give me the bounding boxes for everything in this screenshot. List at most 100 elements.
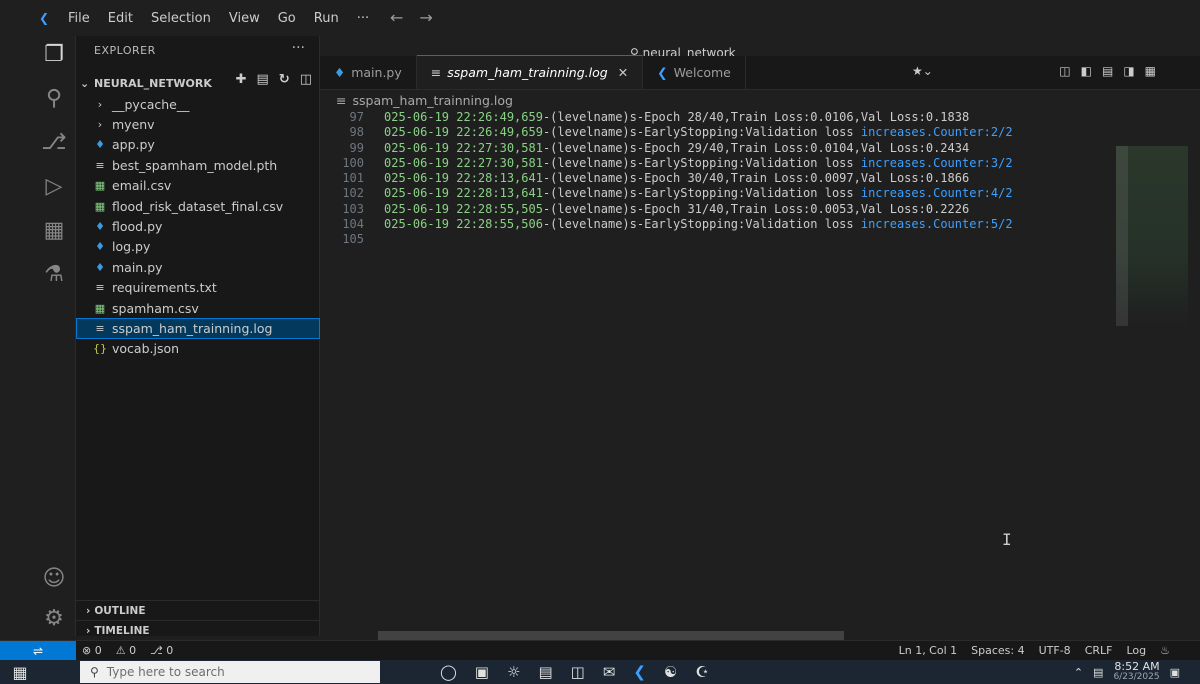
forward-arrow-icon[interactable]: →: [419, 8, 432, 27]
outline-section[interactable]: › OUTLINE: [76, 600, 320, 620]
settings-gear-icon[interactable]: ⚙: [40, 604, 68, 632]
explorer-title: EXPLORER: [94, 44, 156, 57]
code-editor[interactable]: 97 025-06-19 22:26:49,659 -(levelname)s-Ep…: [320, 110, 1110, 630]
minimap-slider[interactable]: [1116, 146, 1128, 326]
vscode-taskbar-icon[interactable]: ❮: [633, 663, 646, 681]
mail-icon[interactable]: ✉: [603, 663, 616, 681]
menu-item-5[interactable]: Run: [314, 11, 339, 26]
code-line: 101 025-06-19 22:28:13,641-(levelname)s-E…: [320, 171, 1110, 186]
task-view-icon[interactable]: ▣: [475, 663, 489, 681]
workspace-folder[interactable]: ⌄ NEURAL_NETWORK ✚ ▤ ↻ ◫: [80, 72, 316, 94]
windows-start-icon[interactable]: ▦: [0, 663, 40, 682]
log-message: -(levelname)s-Epoch 29/40,Train Loss:0.0…: [542, 140, 970, 155]
more-actions-icon[interactable]: ···: [292, 40, 305, 56]
edge-browser-icon[interactable]: ☼: [507, 663, 520, 681]
tree-file[interactable]: {} vocab.json: [76, 339, 320, 359]
csv-file-icon: ▦: [94, 179, 106, 193]
menu-item-3[interactable]: View: [229, 11, 260, 26]
teams-icon[interactable]: ☯: [664, 663, 677, 681]
timeline-section[interactable]: › TIMELINE: [76, 620, 320, 640]
search-icon[interactable]: ⚲: [40, 84, 68, 112]
line-number: 104: [342, 217, 364, 232]
tree-folder[interactable]: › myenv: [76, 114, 320, 134]
tree-item-label: email.csv: [112, 178, 172, 194]
menu-item-4[interactable]: Go: [278, 11, 296, 26]
end-of-line[interactable]: CRLF: [1085, 644, 1113, 657]
testing-flask-icon[interactable]: ⚗: [40, 260, 68, 288]
code-line: 102 025-06-19 22:28:13,641-(levelname)s-E…: [320, 186, 1110, 201]
back-arrow-icon[interactable]: ←: [390, 8, 403, 27]
encoding[interactable]: UTF-8: [1039, 644, 1071, 657]
tree-file[interactable]: ♦ flood.py: [76, 216, 320, 236]
file-explorer-icon[interactable]: ▤: [538, 663, 552, 681]
tree-file[interactable]: ▦ flood_risk_dataset_final.csv: [76, 196, 320, 216]
horizontal-scrollbar[interactable]: [378, 631, 844, 640]
errors-count[interactable]: ⊗ 0: [82, 644, 102, 657]
explorer-icon[interactable]: ❐: [40, 40, 68, 68]
new-file-icon[interactable]: ✚: [236, 72, 247, 87]
customize-layout-icon[interactable]: ▦: [1145, 64, 1156, 78]
code-line: 97 025-06-19 22:26:49,659-(levelname)s-Ep…: [320, 110, 1110, 125]
source-control-icon[interactable]: ⎇: [40, 128, 68, 156]
refresh-icon[interactable]: ↻: [279, 72, 290, 87]
python-app-icon[interactable]: ☪: [695, 663, 708, 681]
tray-chevron-icon[interactable]: ⌃: [1074, 666, 1083, 679]
toggle-sidebar-icon[interactable]: ◧: [1081, 64, 1092, 78]
clock[interactable]: 8:52 AM 6/23/2025: [1113, 661, 1159, 683]
language-mode[interactable]: Log: [1126, 644, 1146, 657]
menu-item-2[interactable]: Selection: [151, 11, 211, 26]
tree-file[interactable]: ≡ sspam_ham_trainning.log: [76, 318, 320, 339]
network-icon[interactable]: ▤: [1093, 666, 1103, 679]
log-highlight: increases.Counter:3/2: [860, 155, 1013, 170]
cursor-position[interactable]: Ln 1, Col 1: [899, 644, 958, 657]
log-file-icon: ≡: [430, 65, 442, 80]
python-icon: ♦: [334, 64, 346, 80]
menu-item-0[interactable]: File: [68, 11, 90, 26]
log-timestamp: 025-06-19 22:28:13,641: [384, 171, 543, 186]
warnings-count[interactable]: ⚠ 0: [116, 644, 136, 657]
ports-count[interactable]: ⎇ 0: [150, 644, 173, 657]
store-icon[interactable]: ◫: [571, 663, 585, 681]
tree-file[interactable]: ♦ log.py: [76, 237, 320, 257]
collapse-all-icon[interactable]: ◫: [300, 72, 312, 87]
tab-0[interactable]: ♦ main.py: [320, 55, 417, 89]
account-icon[interactable]: ☺: [40, 564, 68, 592]
remote-indicator-icon[interactable]: ⇌: [0, 640, 76, 661]
log-timestamp: 025-06-19 22:26:49,659: [384, 110, 543, 124]
tree-file[interactable]: ♦ main.py: [76, 257, 320, 277]
split-editor-icon[interactable]: ◫: [1059, 64, 1070, 78]
notifications-bell-icon[interactable]: ♨: [1160, 644, 1170, 657]
tree-file[interactable]: ▦ spamham.csv: [76, 298, 320, 318]
tab-2[interactable]: ❮ Welcome: [643, 55, 746, 89]
menu-item-6[interactable]: ···: [357, 11, 369, 26]
clock-time: 8:52 AM: [1114, 660, 1160, 673]
tree-file[interactable]: ♦ app.py: [76, 135, 320, 155]
menu-item-1[interactable]: Edit: [108, 11, 133, 26]
new-folder-icon[interactable]: ▤: [257, 72, 269, 87]
log-message: -(levelname)s-EarlyStopping:Validation l…: [542, 125, 861, 140]
notification-center-icon[interactable]: ▣: [1170, 666, 1180, 679]
extensions-icon[interactable]: ▦: [40, 216, 68, 244]
toggle-secondary-sidebar-icon[interactable]: ◨: [1123, 64, 1134, 78]
close-icon[interactable]: ✕: [618, 65, 628, 80]
run-debug-icon[interactable]: ▷: [40, 172, 68, 200]
tab-1[interactable]: ≡ sspam_ham_trainning.log ✕: [416, 55, 644, 89]
tree-file[interactable]: ≡ best_spamham_model.pth: [76, 155, 320, 175]
editor-layout-actions: ◫ ◧ ▤ ◨ ▦: [1059, 64, 1156, 78]
cortana-icon[interactable]: ◯: [440, 663, 457, 681]
outline-label: OUTLINE: [94, 604, 146, 617]
activity-bar: ❐ ⚲ ⎇ ▷ ▦ ⚗ ☺ ⚙: [0, 36, 76, 636]
file-icon: ≡: [95, 158, 105, 172]
tree-item-label: spamham.csv: [112, 300, 199, 316]
python-file-icon: ♦: [95, 138, 105, 152]
tree-file[interactable]: ≡ requirements.txt: [76, 278, 320, 298]
breadcrumb[interactable]: ≡ sspam_ham_trainning.log: [320, 90, 513, 110]
tree-file[interactable]: ▦ email.csv: [76, 176, 320, 196]
line-number: 97: [349, 110, 364, 124]
tree-folder[interactable]: › __pycache__: [76, 94, 320, 114]
taskbar-search[interactable]: ⚲ Type here to search: [80, 661, 380, 683]
toggle-panel-icon[interactable]: ▤: [1102, 64, 1113, 78]
copilot-icon[interactable]: ★⌄: [912, 64, 933, 78]
log-timestamp: 025-06-19 22:27:30,581: [384, 155, 543, 170]
indentation[interactable]: Spaces: 4: [971, 644, 1024, 657]
